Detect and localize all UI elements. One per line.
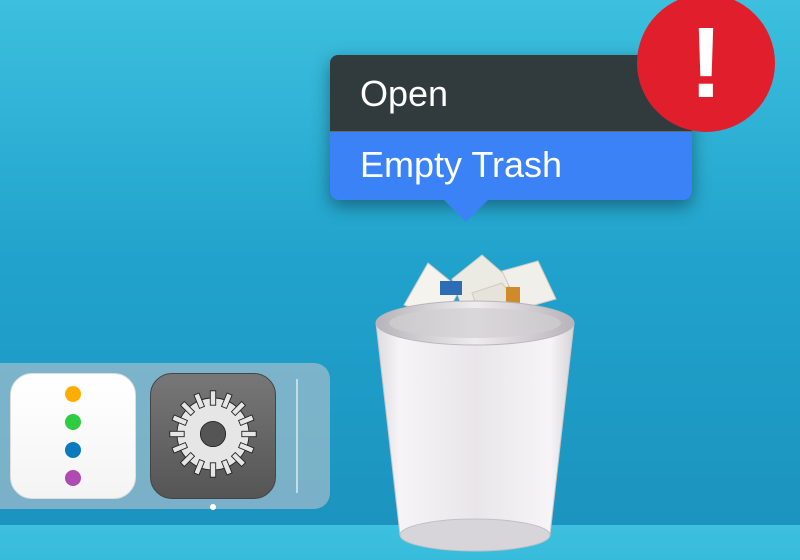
system-preferences-app-icon[interactable] [150,373,276,499]
dock [0,363,330,509]
running-indicator-icon [210,504,216,510]
menu-pointer-icon [442,198,490,222]
dot-icon [65,386,81,402]
dock-separator-icon [296,379,298,493]
dot-icon [65,442,81,458]
notes-app-icon[interactable] [10,373,136,499]
exclamation-icon: ! [689,6,722,121]
menu-item-empty-trash[interactable]: Empty Trash [330,132,692,200]
dot-icon [65,470,81,486]
dot-icon [65,414,81,430]
gear-icon [168,389,258,484]
notes-dots-icon [65,386,81,486]
warning-badge: ! [637,0,775,132]
trash-icon[interactable] [352,235,597,555]
